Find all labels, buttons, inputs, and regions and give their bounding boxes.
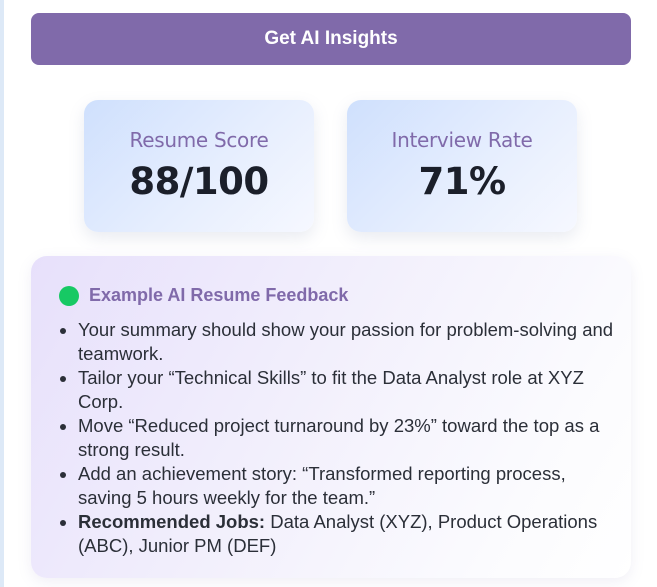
- feedback-header: Example AI Resume Feedback: [59, 285, 348, 306]
- resume-score-card: Resume Score 88/100: [84, 100, 314, 232]
- interview-rate-card: Interview Rate 71%: [347, 100, 577, 232]
- resume-score-label: Resume Score: [129, 128, 269, 152]
- resume-score-value: 88/100: [129, 160, 269, 203]
- left-border-strip: [0, 0, 4, 587]
- feedback-item: Move “Reduced project turnaround by 23%”…: [58, 414, 618, 462]
- recommended-jobs-item: Recommended Jobs: Data Analyst (XYZ), Pr…: [58, 510, 618, 558]
- interview-rate-label: Interview Rate: [391, 128, 533, 152]
- feedback-list: Your summary should show your passion fo…: [58, 318, 618, 558]
- feedback-card: Example AI Resume Feedback Your summary …: [31, 256, 631, 578]
- feedback-title: Example AI Resume Feedback: [89, 285, 349, 305]
- get-ai-insights-button[interactable]: Get AI Insights: [31, 13, 631, 65]
- feedback-item: Tailor your “Technical Skills” to fit th…: [58, 366, 618, 414]
- recommended-jobs-label: Recommended Jobs:: [78, 511, 266, 532]
- feedback-item: Add an achievement story: “Transformed r…: [58, 462, 618, 510]
- status-dot-icon: [59, 285, 79, 306]
- interview-rate-value: 71%: [418, 160, 506, 203]
- feedback-item: Your summary should show your passion fo…: [58, 318, 618, 366]
